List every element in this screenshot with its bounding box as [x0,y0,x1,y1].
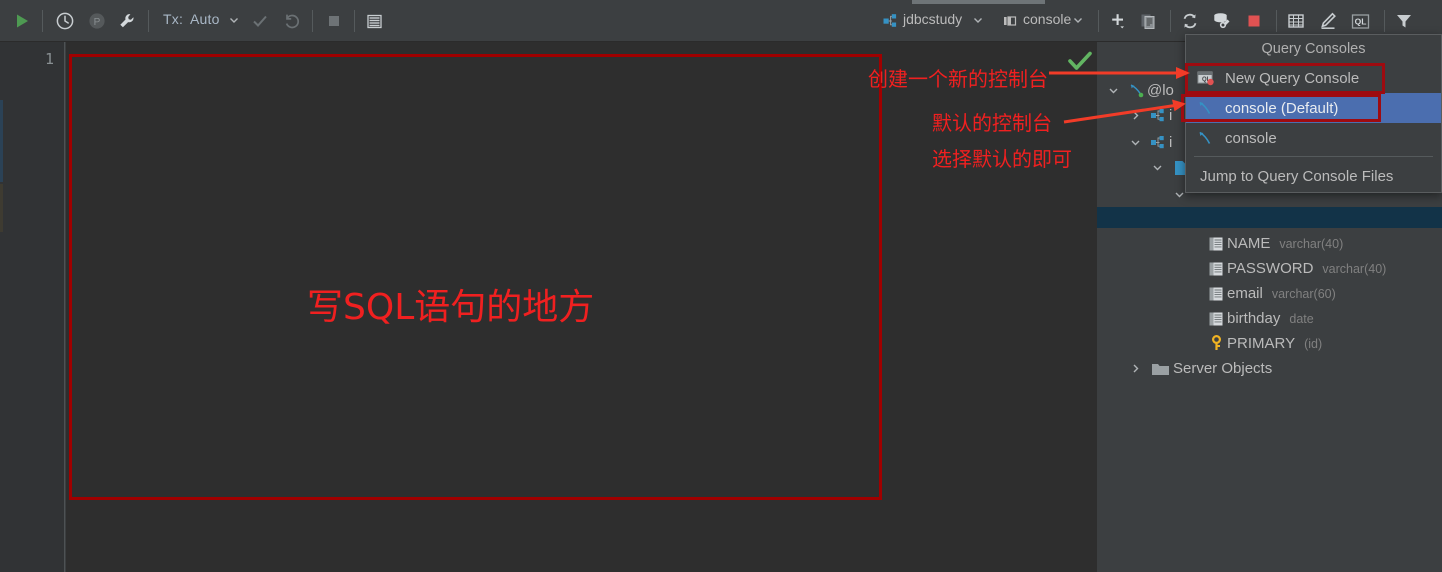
chevron-down-icon-schema[interactable] [972,14,984,26]
tree-column-type: (id) [1304,336,1323,351]
tree-label: email [1227,285,1263,302]
wrench-icon[interactable] [114,8,140,34]
tree-label: birthday [1227,310,1281,327]
chevron-down-icon[interactable] [1101,78,1125,103]
tree-column-type: varchar(60) [1271,286,1336,301]
editor-gutter: 1 [0,42,65,572]
history-clock-icon[interactable] [52,8,78,34]
toolbar-separator-4 [354,10,355,32]
menu-item-jump-to-files[interactable]: Jump to Query Console Files [1186,160,1441,192]
tree-row-selected-column[interactable] [1097,207,1442,232]
console-combo-label[interactable]: console [1023,11,1071,27]
svg-text:QL: QL [1354,16,1366,26]
gutter-vcs-stripe [0,100,3,182]
pause-circle-icon[interactable]: P [84,8,110,34]
duplicate-icon[interactable] [1136,9,1160,33]
new-query-console-icon: QL [1197,70,1225,87]
menu-item-label: Jump to Query Console Files [1200,167,1394,185]
commit-check-icon[interactable] [248,9,272,33]
annotation-create-new-console: 创建一个新的控制台 [868,67,1048,91]
tree-column-type: date [1289,311,1314,326]
run-play-icon[interactable] [8,8,36,34]
schema-combo-label[interactable]: jdbcstudy [903,11,962,27]
column-icon [1205,256,1227,281]
menu-item-label: console [1225,129,1277,147]
editor-highlight-box [69,54,882,500]
tree-row-column-name[interactable]: NAME varchar(40) [1097,231,1442,256]
menu-item-console-default[interactable]: console (Default) [1186,93,1441,123]
edit-pencil-icon[interactable] [1316,9,1340,33]
filter-funnel-icon[interactable] [1392,9,1416,33]
tree-label: PASSWORD [1227,260,1314,277]
toolbar-separator-6 [1170,10,1171,32]
transaction-mode-value[interactable]: Auto [190,11,220,27]
tree-row-server-objects[interactable]: Server Objects [1097,356,1442,381]
folder-icon [1147,356,1173,381]
tree-column-type: varchar(40) [1322,261,1387,276]
menu-item-label: console (Default) [1225,99,1339,117]
tree-row-column-birthday[interactable]: birthday date [1097,306,1442,331]
toolbar-separator-3 [312,10,313,32]
toolbar-separator-7 [1276,10,1277,32]
datasource-properties-icon[interactable] [1210,9,1234,33]
annotation-default-console: 默认的控制台 [932,111,1052,135]
column-icon [1205,281,1227,306]
menu-item-new-query-console[interactable]: QL New Query Console [1186,63,1441,93]
toolbar-separator [42,10,43,32]
green-check-icon [1063,46,1097,76]
annotation-choose-default: 选择默认的即可 [932,147,1072,171]
sql-hint-annotation: 写SQL语句的地方 [307,287,595,328]
toolbar-separator-8 [1384,10,1385,32]
console-file-icon [1197,130,1225,147]
chevron-right-icon[interactable] [1123,103,1147,128]
refresh-sync-icon[interactable] [1178,9,1202,33]
schema-icon [1147,103,1169,128]
gutter-vcs-stripe-2 [0,184,3,232]
transaction-mode-label: Tx: [163,11,184,27]
chevron-down-icon[interactable] [228,14,240,26]
table-grid-icon[interactable] [1284,9,1308,33]
chevron-right-icon[interactable] [1123,356,1147,381]
toolbar-separator-2 [148,10,149,32]
primary-key-icon [1205,331,1227,356]
tree-label: @lo [1147,82,1174,99]
menu-divider [1194,156,1433,157]
chevron-down-icon[interactable] [1145,155,1169,180]
console-icon [1000,10,1022,32]
datasource-icon [1125,78,1147,103]
tree-label: i [1169,134,1173,151]
data-grid-icon[interactable] [362,9,386,33]
menu-item-label: New Query Console [1225,69,1360,87]
tree-row-column-email[interactable]: email varchar(60) [1097,281,1442,306]
line-number: 1 [44,50,54,68]
active-tab-indicator [912,0,1045,4]
tree-row-primary-key[interactable]: PRIMARY (id) [1097,331,1442,356]
tree-label: PRIMARY [1227,335,1296,352]
stop-red-icon[interactable] [1242,9,1266,33]
toolbar-separator-5 [1098,10,1099,32]
tree-column-type: varchar(40) [1279,236,1344,251]
stop-square-icon[interactable] [322,9,346,33]
column-icon [1205,306,1227,331]
tree-label: Server Objects [1173,360,1273,377]
console-file-icon [1197,100,1225,117]
menu-title: Query Consoles [1261,41,1366,57]
tree-label: i [1169,107,1173,124]
menu-item-console[interactable]: console [1186,123,1441,153]
chevron-down-icon-console[interactable] [1072,14,1084,26]
column-icon [1205,231,1227,256]
svg-text:P: P [94,17,101,28]
tree-label: NAME [1227,235,1271,252]
schema-icon [1147,130,1169,155]
tree-row-column-password[interactable]: PASSWORD varchar(40) [1097,256,1442,281]
tab-strip [0,0,1442,4]
rollback-icon[interactable] [280,9,304,33]
add-plus-icon[interactable] [1106,9,1130,33]
ql-icon[interactable]: QL [1348,9,1372,33]
chevron-down-icon[interactable] [1123,130,1147,155]
query-consoles-popup-menu[interactable]: Query Consoles QL New Query Console cons… [1185,34,1442,193]
database-schema-icon [880,10,902,32]
